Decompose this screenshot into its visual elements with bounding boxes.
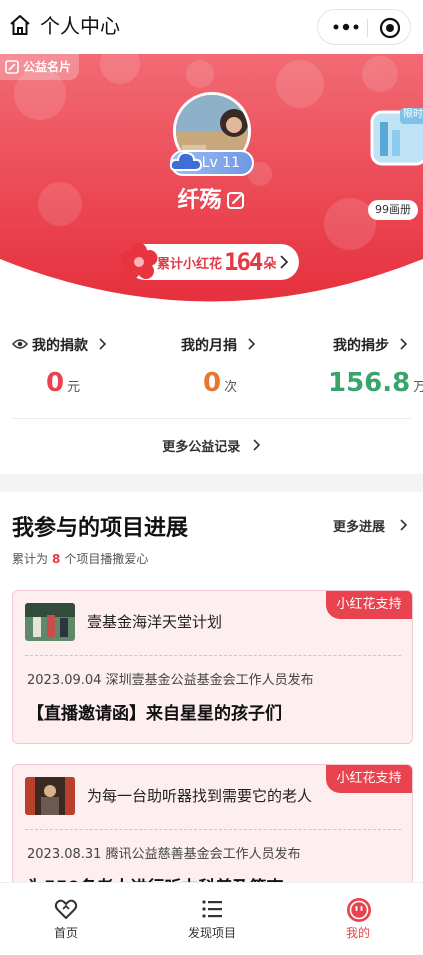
smiley-icon bbox=[347, 898, 371, 922]
flower-text: 累计小红花164 朵 bbox=[157, 244, 276, 283]
donations-link[interactable]: 我的捐款 bbox=[12, 336, 107, 356]
steps-value: 156.8万步 bbox=[328, 364, 423, 407]
project-progress-section: 我参与的项目进展 更多进展 累计为 8 个项目播撒爱心 小红花支持 壹基金海洋天堂计… bbox=[0, 492, 423, 918]
dashed-divider bbox=[25, 829, 401, 830]
project-thumbnail bbox=[25, 603, 75, 641]
mini-program-capsule bbox=[317, 9, 411, 45]
summary-count: 8 bbox=[52, 552, 61, 566]
red-flower-support-tag: 小红花支持 bbox=[326, 591, 412, 619]
list-icon bbox=[202, 900, 222, 918]
project-update-title: 【直播邀请函】来自星星的孩子们 bbox=[27, 704, 282, 724]
home-icon[interactable] bbox=[8, 13, 32, 37]
flower-prefix: 累计小红花 bbox=[157, 257, 223, 272]
stats-panel: 我的捐款 0元 我的月捐 0次 我的捐步 156.8万步 更多公益记录 bbox=[0, 314, 423, 474]
flower-count: 164 bbox=[224, 248, 263, 276]
project-meta: 2023.09.04 深圳壹基金公益基金会工作人员发布 bbox=[27, 673, 314, 688]
card-tag-label: 公益名片 bbox=[23, 60, 72, 74]
chevron-right-icon bbox=[280, 255, 289, 269]
section-gap bbox=[0, 474, 423, 492]
edit-icon[interactable] bbox=[226, 190, 246, 210]
steps-link[interactable]: 我的捐步 bbox=[333, 336, 408, 356]
more-progress-label: 更多进展 bbox=[333, 520, 386, 535]
project-name: 壹基金海洋天堂计划 bbox=[87, 613, 223, 631]
steps-label: 我的捐步 bbox=[333, 338, 389, 354]
donations-value: 0元 bbox=[46, 364, 80, 407]
donations-label: 我的捐款 bbox=[32, 338, 88, 354]
album-ribbon: 限时 bbox=[403, 109, 423, 120]
section-title: 我参与的项目进展 bbox=[12, 516, 189, 541]
bottom-tab-bar: 首页 发现项目 我的 bbox=[0, 882, 423, 954]
monthly-count: 0 bbox=[203, 368, 222, 398]
page-title: 个人中心 bbox=[40, 14, 120, 38]
top-bar: 个人中心 bbox=[0, 0, 423, 54]
project-name: 为每一台助听器找到需要它的老人 bbox=[87, 787, 313, 805]
chevron-right-icon bbox=[253, 439, 260, 451]
monthly-unit: 次 bbox=[224, 380, 238, 395]
project-meta: 2023.08.31 腾讯公益慈善基金会工作人员发布 bbox=[27, 847, 301, 862]
summary-suffix: 个项目播撒爱心 bbox=[64, 552, 149, 566]
username-row: 纤殇 bbox=[0, 186, 423, 216]
chevron-right-icon bbox=[400, 338, 408, 350]
dashed-divider bbox=[25, 655, 401, 656]
red-flower-icon bbox=[120, 243, 158, 279]
more-records-label: 更多公益记录 bbox=[162, 440, 241, 455]
monthly-value: 0次 bbox=[203, 364, 237, 407]
chevron-right-icon bbox=[399, 519, 407, 531]
progress-summary: 累计为 8 个项目播撒爱心 bbox=[12, 550, 148, 568]
cloud-icon bbox=[169, 151, 203, 171]
username: 纤殇 bbox=[177, 188, 222, 213]
tab-mine[interactable]: 我的 bbox=[298, 883, 418, 955]
more-progress-link[interactable]: 更多进展 bbox=[333, 518, 408, 538]
chevron-right-icon bbox=[248, 338, 256, 350]
tab-home[interactable]: 首页 bbox=[6, 883, 126, 955]
monthly-label: 我的月捐 bbox=[181, 338, 237, 354]
capsule-divider bbox=[367, 19, 368, 37]
close-target-icon[interactable] bbox=[379, 17, 401, 39]
project-card[interactable]: 小红花支持 壹基金海洋天堂计划 2023.09.04 深圳壹基金公益基金会工作人… bbox=[12, 590, 413, 744]
eye-icon[interactable] bbox=[12, 338, 28, 350]
monthly-link[interactable]: 我的月捐 bbox=[181, 336, 256, 356]
tab-discover[interactable]: 发现项目 bbox=[152, 883, 272, 955]
flower-unit: 朵 bbox=[263, 257, 277, 272]
donations-amount: 0 bbox=[46, 368, 65, 398]
heart-home-icon bbox=[54, 899, 78, 919]
charity-card-tag[interactable]: 公益名片 bbox=[0, 54, 80, 80]
album-widget[interactable]: 限时 bbox=[366, 106, 423, 168]
steps-amount: 156.8 bbox=[328, 368, 411, 398]
more-records-link[interactable]: 更多公益记录 bbox=[0, 438, 423, 458]
card-tag-icon bbox=[5, 60, 19, 74]
tab-home-label: 首页 bbox=[53, 926, 78, 940]
tab-mine-label: 我的 bbox=[345, 926, 370, 940]
donations-unit: 元 bbox=[67, 380, 81, 395]
more-icon[interactable] bbox=[330, 20, 362, 34]
level-badge[interactable]: Lv 11 bbox=[169, 150, 254, 176]
summary-prefix: 累计为 bbox=[12, 552, 49, 566]
project-thumbnail bbox=[25, 777, 75, 815]
red-flower-total[interactable]: 累计小红花164 朵 bbox=[120, 243, 299, 283]
profile-hero: 公益名片 Lv 11 限时 99画册 纤殇 累计小红花164 朵 bbox=[0, 54, 423, 314]
red-flower-support-tag: 小红花支持 bbox=[326, 765, 412, 793]
tab-discover-label: 发现项目 bbox=[187, 926, 236, 940]
divider bbox=[12, 418, 411, 419]
chevron-right-icon bbox=[99, 338, 107, 350]
steps-unit: 万步 bbox=[413, 380, 423, 395]
level-label: Lv 11 bbox=[201, 155, 240, 171]
